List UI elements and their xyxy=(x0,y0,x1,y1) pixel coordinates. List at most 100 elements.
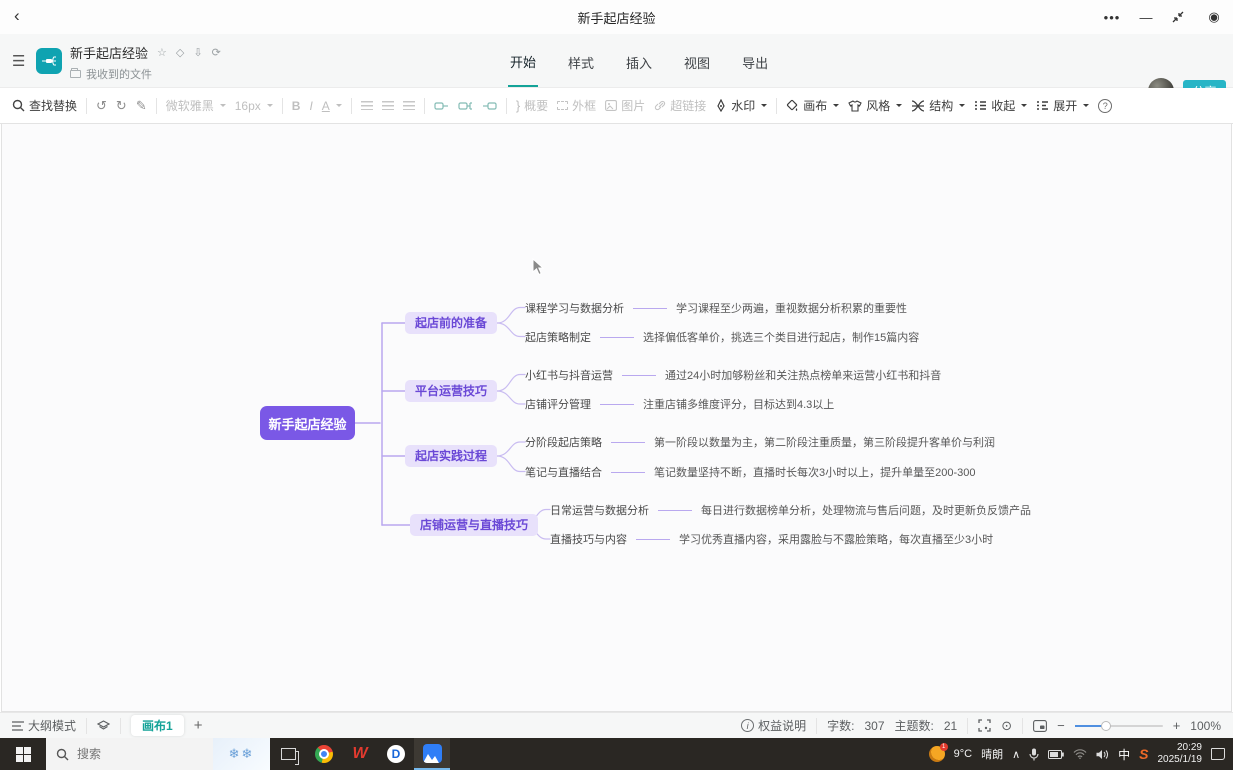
bold-button[interactable]: B xyxy=(292,99,301,113)
minimize-icon[interactable]: — xyxy=(1137,10,1155,25)
ime-indicator[interactable]: 中 xyxy=(1118,746,1130,763)
child-node-desc[interactable]: 学习课程至少两遍，重视数据分析积累的重要性 xyxy=(676,300,907,316)
zoom-in-button[interactable]: + xyxy=(1173,718,1181,733)
child-node-label[interactable]: 店铺评分管理 xyxy=(525,396,591,412)
image-button[interactable]: 图片 xyxy=(605,97,645,114)
blue-d-app-taskbar-button[interactable]: D xyxy=(378,738,414,770)
style-select[interactable]: 风格 xyxy=(848,97,902,114)
child-node-desc[interactable]: 选择偏低客单价，挑选三个类目进行起店，制作15篇内容 xyxy=(643,329,919,345)
sogou-input-icon[interactable]: S xyxy=(1139,746,1148,762)
task-view-button[interactable] xyxy=(270,738,306,770)
zoom-out-button[interactable]: − xyxy=(1057,718,1065,733)
document-location[interactable]: 我收到的文件 xyxy=(86,66,152,82)
mindmap-app-taskbar-button[interactable] xyxy=(414,738,450,770)
align-right-icon[interactable] xyxy=(403,101,415,110)
undo-icon[interactable]: ↺ xyxy=(96,98,107,114)
branch-node[interactable]: 起店实践过程 xyxy=(405,445,497,467)
tab-style[interactable]: 样式 xyxy=(566,37,596,86)
canvas-select[interactable]: 画布 xyxy=(786,97,839,114)
canvas-tab[interactable]: 画布1 xyxy=(131,715,184,736)
tab-export[interactable]: 导出 xyxy=(740,37,770,86)
zoom-slider-handle[interactable] xyxy=(1101,721,1111,731)
branch-node[interactable]: 平台运营技巧 xyxy=(405,380,497,402)
branch-node[interactable]: 店铺运营与直播技巧 xyxy=(410,514,538,536)
microphone-icon[interactable] xyxy=(1029,748,1039,761)
insert-parent-node-icon[interactable] xyxy=(482,100,497,112)
main-menu-icon[interactable]: ☰ xyxy=(12,52,25,70)
insert-sibling-node-icon[interactable] xyxy=(434,100,449,112)
help-icon[interactable]: ? xyxy=(1098,99,1112,113)
more-options-icon[interactable]: ••• xyxy=(1103,10,1121,25)
watermark-select[interactable]: 水印 xyxy=(715,97,767,114)
align-center-icon[interactable] xyxy=(382,101,394,110)
child-node-desc[interactable]: 第一阶段以数量为主，第二阶段注重质量，第三阶段提升客单价与利润 xyxy=(654,434,995,450)
mindmap-root-node[interactable]: 新手起店经验 xyxy=(260,406,355,440)
zoom-level[interactable]: 100% xyxy=(1190,719,1221,733)
summary-button[interactable]: }概要 xyxy=(516,97,548,114)
frame-button[interactable]: 外框 xyxy=(557,97,596,114)
rights-info-button[interactable]: i 权益说明 xyxy=(741,717,806,734)
child-node-desc[interactable]: 笔记数量坚持不断，直播时长每次3小时以上，提升单量至200-300 xyxy=(654,464,976,480)
collapse-select[interactable]: 收起 xyxy=(974,97,1027,114)
cloud-sync-icon[interactable]: ⟳ xyxy=(212,46,221,59)
document-title[interactable]: 新手起店经验 xyxy=(70,43,148,62)
hyperlink-button[interactable]: 超链接 xyxy=(654,97,706,114)
find-replace-button[interactable]: 查找替换 xyxy=(12,97,77,114)
taskbar-search[interactable] xyxy=(46,738,213,770)
mindmap-canvas[interactable]: 新手起店经验 起店前的准备 平台运营技巧 起店实践过程 店铺运营与直播技巧 课程… xyxy=(1,124,1232,712)
child-node-desc[interactable]: 注重店铺多维度评分，目标达到4.3以上 xyxy=(643,396,834,412)
download-icon[interactable]: ⇩ xyxy=(193,46,202,59)
start-button[interactable] xyxy=(0,738,46,770)
weather-widget-snow[interactable]: ❄❄ xyxy=(213,738,270,770)
notification-center-icon[interactable] xyxy=(1211,748,1225,760)
add-canvas-button[interactable]: + xyxy=(194,717,203,734)
child-node-desc[interactable]: 学习优秀直播内容，采用露脸与不露脸策略，每次直播至少3小时 xyxy=(679,531,993,547)
child-node-label[interactable]: 分阶段起店策略 xyxy=(525,434,602,450)
weather-desc[interactable]: 晴朗 xyxy=(981,746,1003,762)
clock[interactable]: 20:29 2025/1/19 xyxy=(1158,742,1203,767)
align-left-icon[interactable] xyxy=(361,101,373,110)
italic-button[interactable]: I xyxy=(309,99,312,113)
connector-line xyxy=(611,442,645,443)
layers-icon[interactable] xyxy=(97,720,110,732)
battery-icon[interactable] xyxy=(1048,750,1064,759)
restore-icon[interactable] xyxy=(1171,10,1189,24)
child-node-desc[interactable]: 每日进行数据榜单分析，处理物流与售后问题，及时更新负反馈产品 xyxy=(701,502,1031,518)
tab-insert[interactable]: 插入 xyxy=(624,37,654,86)
windows-logo-icon xyxy=(16,747,31,762)
branch-node[interactable]: 起店前的准备 xyxy=(405,312,497,334)
insert-child-node-icon[interactable] xyxy=(458,100,473,112)
locate-center-icon[interactable]: ⊙ xyxy=(1001,718,1012,734)
chrome-taskbar-button[interactable] xyxy=(306,738,342,770)
minimap-icon[interactable] xyxy=(1033,720,1047,732)
fullscreen-icon[interactable] xyxy=(978,719,991,732)
child-node-label[interactable]: 日常运营与数据分析 xyxy=(550,502,649,518)
speaker-icon[interactable] xyxy=(1096,749,1109,760)
font-family-select[interactable]: 微软雅黑 xyxy=(166,97,226,114)
search-input[interactable] xyxy=(77,747,187,761)
zoom-slider[interactable] xyxy=(1075,725,1163,727)
child-node-desc[interactable]: 通过24小时加够粉丝和关注热点榜单来运营小红书和抖音 xyxy=(665,367,941,383)
wifi-icon[interactable] xyxy=(1073,749,1087,759)
outline-mode-button[interactable]: 大纲模式 xyxy=(12,717,76,734)
child-node-label[interactable]: 笔记与直播结合 xyxy=(525,464,602,480)
child-node-label[interactable]: 课程学习与数据分析 xyxy=(525,300,624,316)
redo-icon[interactable]: ↻ xyxy=(116,98,127,114)
tag-icon[interactable]: ◇ xyxy=(176,46,184,59)
child-node-label[interactable]: 直播技巧与内容 xyxy=(550,531,627,547)
favorite-star-icon[interactable]: ☆ xyxy=(157,46,167,59)
format-painter-icon[interactable]: ✎ xyxy=(136,98,147,114)
tray-expand-icon[interactable]: ∧ xyxy=(1012,748,1020,761)
font-color-button[interactable]: A xyxy=(322,99,342,113)
tab-view[interactable]: 视图 xyxy=(682,37,712,86)
child-node-label[interactable]: 起店策略制定 xyxy=(525,329,591,345)
expand-select[interactable]: 展开 xyxy=(1036,97,1089,114)
font-size-select[interactable]: 16px xyxy=(235,99,273,113)
weather-moon-icon[interactable]: 1 xyxy=(929,746,945,762)
wps-taskbar-button[interactable]: W xyxy=(342,738,378,770)
weather-temp[interactable]: 9°C xyxy=(954,748,972,760)
child-node-label[interactable]: 小红书与抖音运营 xyxy=(525,367,613,383)
tab-home[interactable]: 开始 xyxy=(508,36,538,87)
pin-window-icon[interactable]: ◉ xyxy=(1205,9,1223,25)
structure-select[interactable]: 结构 xyxy=(911,97,965,114)
